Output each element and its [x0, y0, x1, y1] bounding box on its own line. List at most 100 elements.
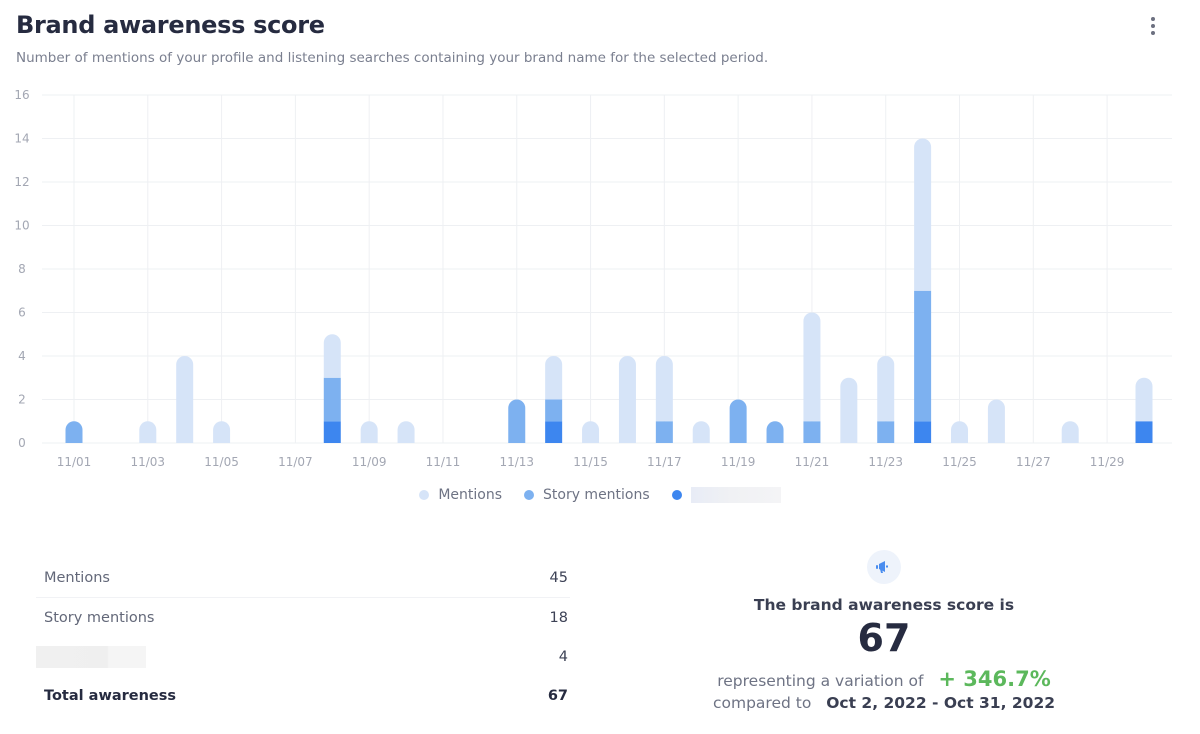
- bar-11-09: [360, 421, 378, 443]
- legend-dot-mentions: [419, 490, 430, 500]
- bar-11-24: [914, 138, 932, 443]
- bar-segment-mentions: [1061, 421, 1079, 443]
- x-tick-label: 11/19: [721, 455, 756, 469]
- summary-table: Mentions 45 Story mentions 18 4 Total aw…: [36, 558, 570, 715]
- bar-11-30: [1135, 377, 1153, 443]
- bar-segment-hidden-series: [914, 421, 932, 443]
- bar-segment-mentions: [397, 421, 415, 443]
- bar-segment-mentions: [655, 356, 673, 422]
- bar-11-18: [692, 421, 710, 443]
- redacted-label: [36, 645, 146, 668]
- bar-11-14: [545, 356, 563, 443]
- bar-segment-mentions: [545, 356, 563, 400]
- bar-segment-hidden-series: [545, 421, 563, 443]
- bar-11-04: [176, 356, 194, 443]
- x-tick-label: 11/23: [868, 455, 903, 469]
- score-value: 67: [857, 616, 911, 660]
- bar-11-17: [655, 356, 673, 443]
- y-tick-label: 14: [14, 132, 29, 146]
- variation-prefix: representing a variation of: [717, 672, 924, 690]
- row-label: Story mentions: [44, 609, 155, 626]
- bar-segment-mentions: [582, 421, 600, 443]
- score-heading: The brand awareness score is: [753, 596, 1015, 614]
- x-tick-label: 11/07: [278, 455, 313, 469]
- bar-segment-mentions: [951, 421, 969, 443]
- bar-segment-mentions: [323, 334, 341, 378]
- bar-segment-story-mentions: [508, 399, 526, 443]
- bar-segment-mentions: [987, 399, 1005, 443]
- bars: [65, 138, 1153, 443]
- page-title: Brand awareness score: [16, 11, 325, 39]
- bar-segment-story-mentions: [803, 421, 821, 443]
- table-row-total: Total awareness 67: [36, 676, 570, 715]
- stacked-bar-chart: 0246810121416 11/01 11/03 11/05 11/07 11/09 1…: [14, 88, 1172, 469]
- row-label: Total awareness: [44, 687, 177, 704]
- bar-segment-story-mentions: [655, 421, 673, 443]
- bar-11-21: [803, 312, 821, 443]
- variation-line: representing a variation of + 346.7%: [684, 668, 1084, 692]
- x-tick-label: 11/05: [204, 455, 239, 469]
- bar-11-28: [1061, 421, 1079, 443]
- y-tick-label: 16: [14, 88, 29, 102]
- row-label: Mentions: [44, 569, 110, 586]
- bar-segment-mentions: [840, 377, 858, 443]
- y-tick-label: 4: [18, 349, 26, 363]
- bar-segment-mentions: [803, 312, 821, 422]
- score-panel: The brand awareness score is 67 represen…: [684, 550, 1084, 714]
- legend-item-mentions[interactable]: Mentions: [419, 487, 502, 503]
- x-tick-label: 11/13: [499, 455, 534, 469]
- row-value: 4: [558, 648, 568, 665]
- bar-11-01: [65, 421, 83, 443]
- x-tick-label: 11/15: [573, 455, 608, 469]
- bar-11-10: [397, 421, 415, 443]
- legend-label: Mentions: [438, 487, 502, 503]
- legend-dot-story-mentions: [524, 490, 534, 500]
- x-tick-label: 11/03: [130, 455, 165, 469]
- bar-segment-mentions: [914, 138, 932, 291]
- y-axis-labels: 0 2 4 6 8 10 12 14 16: [14, 88, 29, 450]
- row-value: 67: [547, 687, 568, 704]
- bar-segment-mentions: [618, 356, 636, 443]
- bar-11-25: [951, 421, 969, 443]
- x-tick-label: 11/27: [1016, 455, 1051, 469]
- bar-11-16: [618, 356, 636, 443]
- kebab-menu-icon[interactable]: [1145, 14, 1161, 38]
- bar-11-15: [582, 421, 600, 443]
- megaphone-icon: [867, 550, 901, 584]
- bar-segment-mentions: [1135, 377, 1153, 422]
- page-subtitle: Number of mentions of your profile and l…: [16, 50, 769, 66]
- bar-segment-story-mentions: [914, 290, 932, 422]
- bar-segment-mentions: [877, 356, 895, 422]
- bar-segment-hidden-series: [323, 421, 341, 443]
- bar-segment-story-mentions: [323, 377, 341, 422]
- bar-segment-story-mentions: [65, 421, 83, 443]
- x-tick-label: 11/17: [647, 455, 682, 469]
- menu-dot: [1151, 31, 1155, 35]
- table-row: Story mentions 18: [36, 598, 570, 637]
- redacted-label: [690, 487, 781, 503]
- bar-segment-story-mentions: [766, 421, 784, 443]
- bar-11-20: [766, 421, 784, 443]
- bar-11-08: [323, 334, 341, 443]
- menu-dot: [1151, 17, 1155, 21]
- bar-segment-mentions: [213, 421, 231, 443]
- legend-label: Story mentions: [543, 487, 650, 503]
- y-tick-label: 8: [18, 262, 26, 276]
- y-tick-label: 2: [18, 393, 26, 407]
- legend-item-story-mentions[interactable]: Story mentions: [524, 487, 650, 503]
- chart-legend: Mentions Story mentions: [0, 487, 1200, 503]
- x-axis-labels: 11/01 11/03 11/05 11/07 11/09 11/11 11/13 11/15…: [57, 455, 1125, 469]
- row-value: 18: [549, 609, 568, 626]
- x-tick-label: 11/25: [942, 455, 977, 469]
- bar-segment-story-mentions: [877, 421, 895, 443]
- menu-dot: [1151, 24, 1155, 28]
- bar-11-05: [213, 421, 231, 443]
- bar-segment-story-mentions: [545, 399, 563, 422]
- bar-11-03: [139, 421, 157, 443]
- y-tick-label: 12: [14, 175, 29, 189]
- legend-item-redacted[interactable]: [671, 487, 781, 503]
- compare-prefix: compared to: [712, 694, 812, 712]
- bar-segment-mentions: [176, 356, 194, 443]
- bar-segment-mentions: [692, 421, 710, 443]
- x-tick-label: 11/01: [57, 455, 92, 469]
